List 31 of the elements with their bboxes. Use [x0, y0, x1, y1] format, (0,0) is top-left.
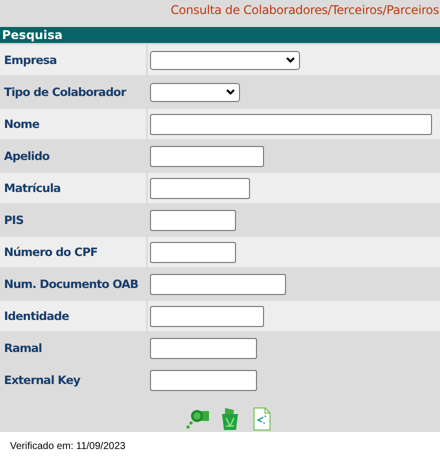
verification-date: Verificado em: 11/09/2023 — [9, 440, 126, 452]
input-field[interactable] — [150, 146, 264, 166]
trash-icon — [220, 407, 240, 431]
input-field[interactable] — [150, 242, 236, 262]
field-label: Apelido — [3, 148, 50, 165]
field-label: Identidade — [0, 301, 146, 331]
field-label: PIS — [3, 212, 24, 229]
input-field[interactable] — [150, 114, 432, 134]
field-label: Empresa — [0, 45, 146, 75]
input-field[interactable] — [150, 274, 286, 294]
field-label: Nome — [0, 109, 146, 139]
document-icon — [253, 407, 271, 431]
dropdown-field[interactable] — [150, 82, 240, 102]
caret-icon — [286, 57, 295, 63]
input-field[interactable] — [150, 306, 264, 326]
input-field[interactable] — [150, 210, 236, 230]
search-button[interactable] — [186, 407, 210, 431]
field-label: Matrícula — [0, 173, 146, 203]
field-label: Número do CPF — [0, 237, 146, 267]
search-icon — [186, 409, 210, 429]
caret-icon — [226, 89, 235, 95]
page-title: Consulta de Colaboradores/Terceiros/Parceiros — [170, 2, 440, 19]
field-label: Num. Documento OAB — [3, 276, 140, 293]
field-label: External Key — [3, 372, 82, 389]
input-field[interactable] — [150, 338, 257, 358]
section-header: Pesquisa — [0, 27, 440, 43]
input-field[interactable] — [150, 370, 257, 390]
input-field[interactable] — [150, 178, 250, 198]
field-label: Tipo de Colaborador — [3, 84, 128, 101]
field-label: Ramal — [3, 340, 43, 357]
dropdown-field[interactable] — [150, 50, 300, 70]
